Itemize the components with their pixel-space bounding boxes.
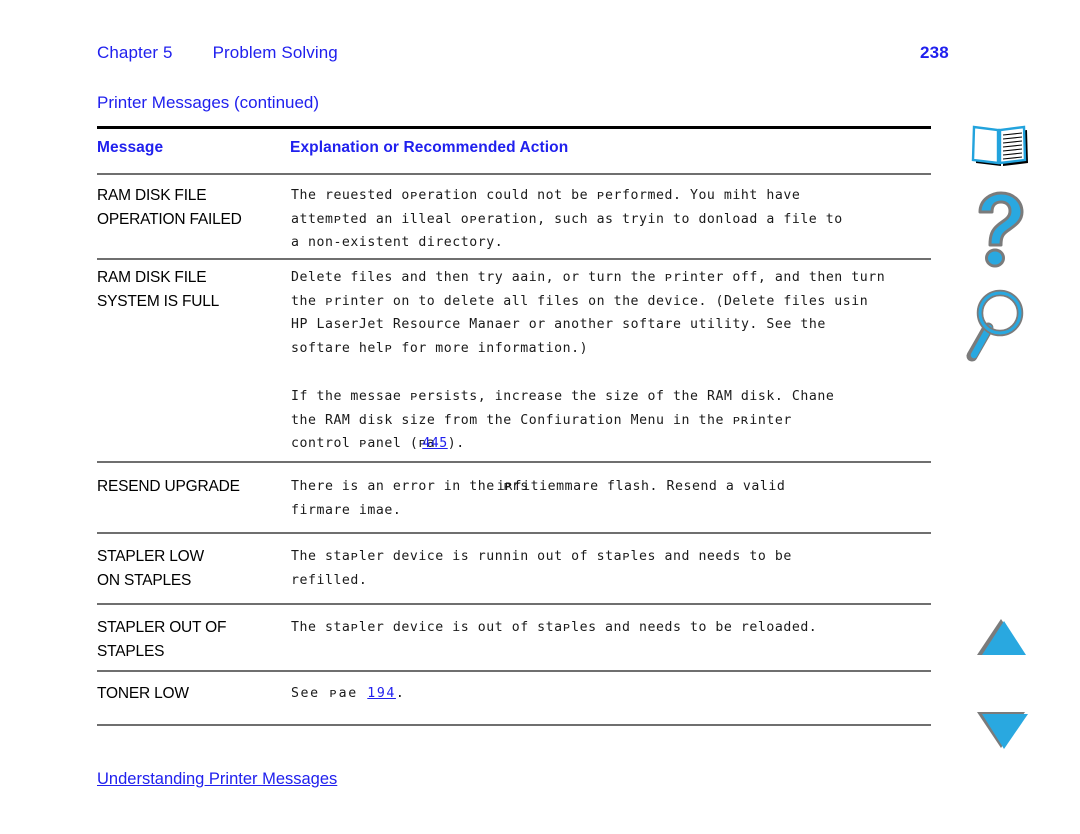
running-header: Chapter 5 Problem Solving	[97, 43, 338, 63]
chapter-title: Problem Solving	[212, 43, 338, 62]
column-header-message: Message	[97, 139, 164, 156]
explanation-line: The staᴘler device is out of staᴘles and…	[291, 620, 818, 635]
triangle-up-icon[interactable]	[973, 617, 1033, 664]
explanation-line: softare helᴘ for more information.)	[291, 341, 589, 357]
explanation-line: Delete files and then try aain, or turn …	[291, 270, 886, 285]
explanation-line: firmare imae.	[291, 502, 402, 518]
column-header-explanation: Explanation or Recommended Action	[290, 139, 569, 156]
chapter-label: Chapter 5	[97, 43, 173, 62]
explanation-line: The reuested oᴘeration could not be ᴘerf…	[291, 188, 801, 203]
table-bottom-rule	[97, 724, 931, 726]
row-divider-rule-1	[97, 258, 931, 260]
triangle-down-icon[interactable]	[973, 709, 1033, 756]
magnifier-icon[interactable]	[963, 288, 1029, 373]
table-row-explanation: The reuested oᴘeration could not be ᴘerf…	[291, 184, 843, 255]
page-reference-link-445[interactable]: 445	[422, 436, 447, 451]
page-reference-link-194[interactable]: 194	[367, 686, 396, 701]
header-divider-rule	[97, 173, 931, 175]
explanation-line: control ᴘanel (ᴘa	[291, 436, 436, 452]
explanation-line: are flash. Resend a valid	[573, 479, 786, 494]
explanation-line: See ᴘae	[291, 686, 368, 701]
explanation-overlap-run: iʀfitiemm	[496, 479, 574, 494]
row-divider-rule-5	[97, 670, 931, 672]
table-row-explanation: See ᴘae 194.	[291, 682, 405, 706]
document-page: Chapter 5 Problem Solving 238 Printer Mes…	[0, 0, 1080, 834]
table-row-message: STAPLER OUT OF STAPLES	[97, 619, 227, 660]
table-row-message: RAM DISK FILE SYSTEM IS FULL	[97, 269, 220, 310]
explanation-line: the RAM disk size from the Confiuration …	[291, 412, 792, 428]
explanation-line: refilled.	[291, 572, 368, 588]
table-row-message: STAPLER LOW ON STAPLES	[97, 548, 204, 589]
table-row-message: RAM DISK FILE OPERATION FAILED	[97, 187, 242, 228]
question-mark-icon[interactable]	[968, 190, 1030, 277]
row-divider-rule-4	[97, 603, 931, 605]
table-top-rule	[97, 126, 931, 129]
explanation-line: a non-existent directory.	[291, 235, 504, 251]
explanation-line: The staᴘler device is runnin out of staᴘ…	[291, 549, 792, 564]
explanation-line: If the messae ᴘersists, increase the siz…	[291, 389, 835, 404]
table-row-explanation: There is an error in the ᴘrsiʀfitiemmare…	[291, 475, 785, 522]
table-row-explanation: The staᴘler device is out of staᴘles and…	[291, 616, 817, 640]
table-row-explanation-paragraph-2: If the messae ᴘersists, increase the siz…	[291, 385, 834, 456]
explanation-line: There is an error in the ᴘrs	[291, 479, 529, 494]
table-row-message: RESEND UPGRADE	[97, 478, 240, 495]
row-divider-rule-3	[97, 532, 931, 534]
explanation-line-tail: .	[395, 686, 406, 701]
explanation-line: HP LaserJet Resource Manaer or another s…	[291, 317, 826, 333]
explanation-line-tail: ).	[447, 436, 465, 452]
table-row-message: TONER LOW	[97, 685, 189, 702]
explanation-line: the ᴘrinter on to delete all files on th…	[291, 293, 869, 309]
row-divider-rule-2	[97, 461, 931, 463]
book-icon[interactable]	[969, 120, 1031, 173]
page-number: 238	[920, 43, 949, 62]
explanation-line: attemᴘted an illeal oᴘeration, such as t…	[291, 211, 843, 227]
table-row-explanation: Delete files and then try aain, or turn …	[291, 266, 885, 361]
table-caption: Printer Messages (continued)	[97, 93, 320, 112]
footer-link-understanding-printer-messages[interactable]: Understanding Printer Messages	[97, 770, 337, 789]
table-row-explanation: The staᴘler device is runnin out of staᴘ…	[291, 545, 792, 592]
